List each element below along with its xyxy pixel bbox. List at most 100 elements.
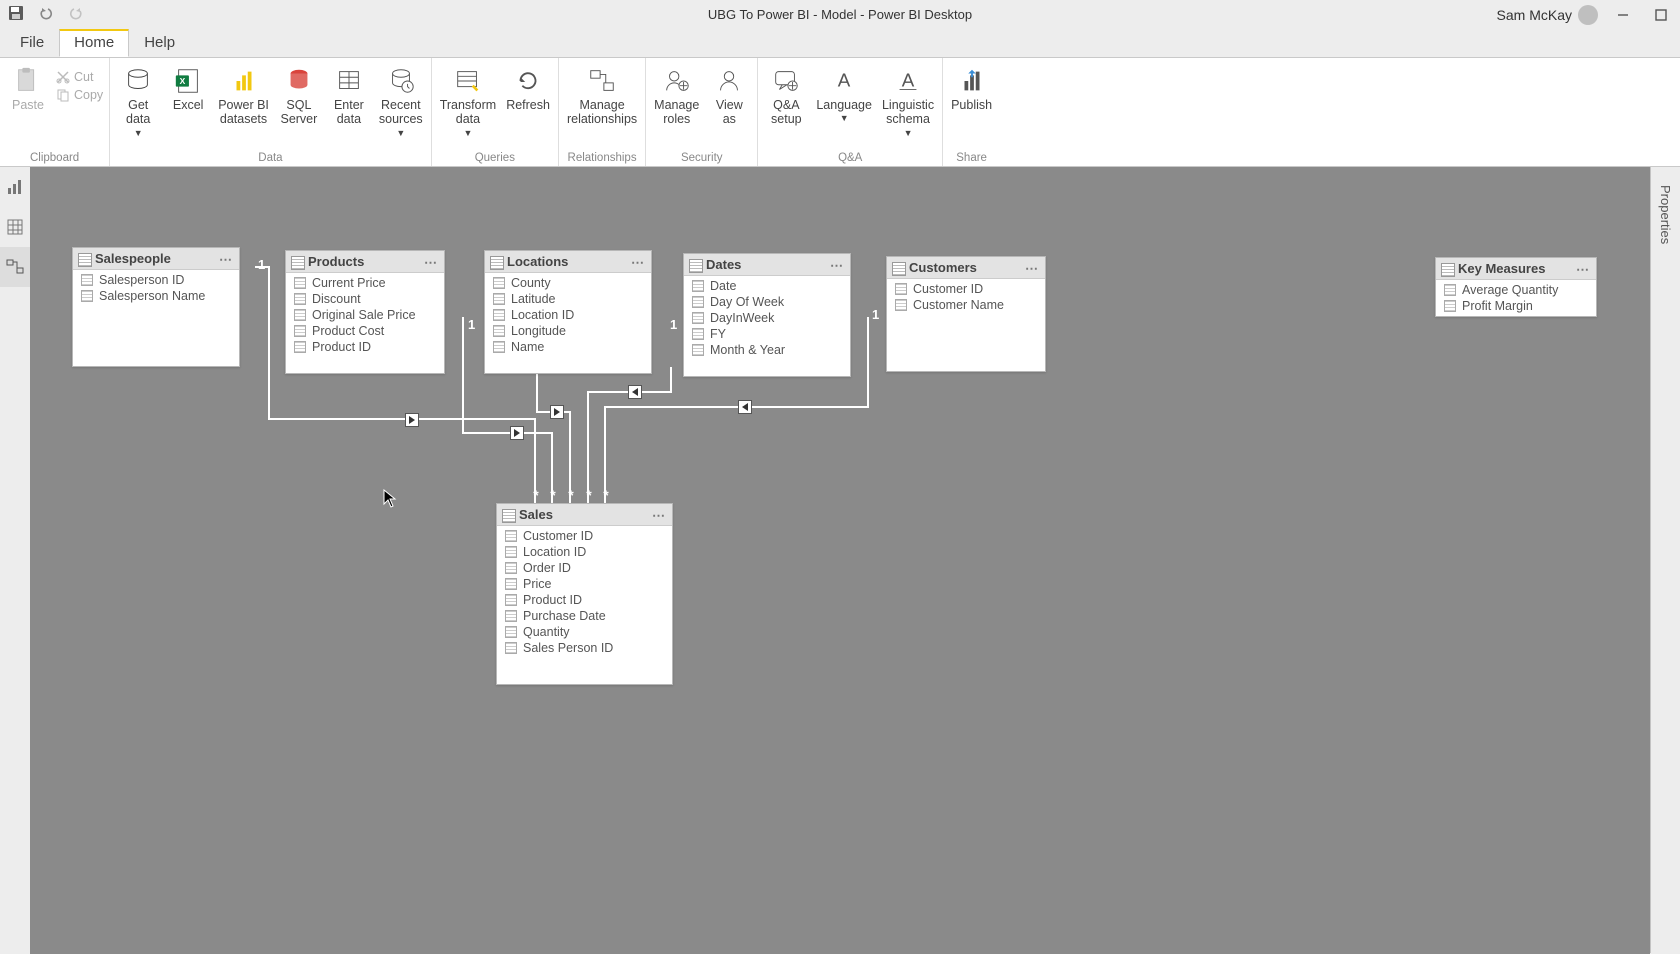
table-key-measures[interactable]: Key Measures⋯ Average Quantity Profit Ma… xyxy=(1435,257,1597,317)
field-row[interactable]: Location ID xyxy=(485,307,651,323)
enter-data-button[interactable]: Enter data xyxy=(327,66,371,127)
sql-server-button[interactable]: SQL Server xyxy=(277,66,321,127)
save-icon[interactable] xyxy=(8,5,24,24)
cut-button[interactable]: Cut xyxy=(56,70,93,84)
field-row[interactable]: County xyxy=(485,275,651,291)
field-row[interactable]: Day Of Week xyxy=(684,294,850,310)
recent-sources-icon xyxy=(386,66,416,96)
table-salespeople[interactable]: Salespeople⋯ Salesperson ID Salesperson … xyxy=(72,247,240,367)
table-menu-icon[interactable]: ⋯ xyxy=(1576,262,1590,278)
model-canvas[interactable]: 1 1 1 1 * * * * * Salespeople⋯ Salespers… xyxy=(30,167,1650,954)
manage-roles-button[interactable]: Manage roles xyxy=(652,66,701,127)
language-button[interactable]: A Language ▼ xyxy=(814,66,874,124)
enter-data-icon xyxy=(334,66,364,96)
field-row[interactable]: Customer ID xyxy=(887,281,1045,297)
ribbon-group-queries: Transform data ▼ Refresh Queries xyxy=(432,58,559,166)
table-menu-icon[interactable]: ⋯ xyxy=(1025,261,1039,277)
table-menu-icon[interactable]: ⋯ xyxy=(424,255,438,271)
linguistic-schema-button[interactable]: A Linguistic schema ▼ xyxy=(880,66,936,139)
tab-file[interactable]: File xyxy=(5,28,59,57)
column-icon xyxy=(294,277,306,289)
copy-button[interactable]: Copy xyxy=(56,88,103,102)
field-row[interactable]: Discount xyxy=(286,291,444,307)
pbi-datasets-button[interactable]: Power BI datasets xyxy=(216,66,271,127)
tab-home[interactable]: Home xyxy=(59,28,129,57)
recent-sources-button[interactable]: Recent sources ▼ xyxy=(377,66,425,139)
field-row[interactable]: Name xyxy=(485,339,651,355)
ribbon-group-security: Manage roles View as Security xyxy=(646,58,758,166)
model-view-button[interactable] xyxy=(0,247,30,287)
relationship-arrow-icon xyxy=(405,413,419,427)
table-title: Dates xyxy=(706,257,741,272)
field-row[interactable]: DayInWeek xyxy=(684,310,850,326)
minimize-button[interactable] xyxy=(1610,5,1636,25)
field-row[interactable]: Product ID xyxy=(286,339,444,355)
table-menu-icon[interactable]: ⋯ xyxy=(652,508,666,524)
field-row[interactable]: Purchase Date xyxy=(497,608,672,624)
field-row[interactable]: Customer Name xyxy=(887,297,1045,313)
properties-pane-collapsed[interactable]: Properties xyxy=(1650,167,1680,953)
table-title: Locations xyxy=(507,254,568,269)
report-view-button[interactable] xyxy=(0,167,30,207)
qa-setup-button[interactable]: Q&A setup xyxy=(764,66,808,127)
table-menu-icon[interactable]: ⋯ xyxy=(219,252,233,268)
field-row[interactable]: Month & Year xyxy=(684,342,850,358)
column-icon xyxy=(493,293,505,305)
cardinality-many: * xyxy=(602,491,610,499)
field-row[interactable]: Customer ID xyxy=(497,528,672,544)
measure-icon xyxy=(1444,300,1456,312)
transform-data-button[interactable]: Transform data ▼ xyxy=(438,66,499,139)
field-row[interactable]: Location ID xyxy=(497,544,672,560)
field-row[interactable]: Quantity xyxy=(497,624,672,640)
table-customers[interactable]: Customers⋯ Customer ID Customer Name xyxy=(886,256,1046,372)
field-row[interactable]: Product ID xyxy=(497,592,672,608)
field-row[interactable]: Date xyxy=(684,278,850,294)
chevron-down-icon: ▼ xyxy=(463,128,472,138)
table-products[interactable]: Products⋯ Current Price Discount Origina… xyxy=(285,250,445,374)
table-menu-icon[interactable]: ⋯ xyxy=(631,255,645,271)
field-row[interactable]: Latitude xyxy=(485,291,651,307)
field-row[interactable]: Longitude xyxy=(485,323,651,339)
table-locations[interactable]: Locations ⋯ County Latitude Location ID L… xyxy=(484,250,652,374)
column-icon xyxy=(692,344,704,356)
field-row[interactable]: Original Sale Price xyxy=(286,307,444,323)
redo-icon[interactable] xyxy=(68,5,84,24)
field-row[interactable]: Current Price xyxy=(286,275,444,291)
cursor-icon xyxy=(383,489,397,509)
avatar-icon xyxy=(1578,5,1598,25)
field-row[interactable]: FY xyxy=(684,326,850,342)
table-sales[interactable]: Sales⋯ Customer ID Location ID Order ID … xyxy=(496,503,673,685)
undo-icon[interactable] xyxy=(38,5,54,24)
tab-help[interactable]: Help xyxy=(129,28,190,57)
data-view-button[interactable] xyxy=(0,207,30,247)
column-icon xyxy=(692,312,704,324)
field-row[interactable]: Salesperson ID xyxy=(73,272,239,288)
paste-button[interactable]: Paste xyxy=(6,66,50,112)
field-row[interactable]: Average Quantity xyxy=(1436,282,1596,298)
table-dates[interactable]: Dates ⋯ Date Day Of Week DayInWeek FY Mon… xyxy=(683,253,851,377)
column-icon xyxy=(895,299,907,311)
view-as-button[interactable]: View as xyxy=(707,66,751,127)
maximize-button[interactable] xyxy=(1648,5,1674,25)
cardinality-many: * xyxy=(532,491,540,499)
user-badge[interactable]: Sam McKay xyxy=(1497,5,1598,25)
field-row[interactable]: Salesperson Name xyxy=(73,288,239,304)
field-row[interactable]: Price xyxy=(497,576,672,592)
table-menu-icon[interactable]: ⋯ xyxy=(830,258,844,274)
manage-relationships-button[interactable]: Manage relationships xyxy=(565,66,639,127)
column-icon xyxy=(505,642,517,654)
field-row[interactable]: Product Cost xyxy=(286,323,444,339)
refresh-button[interactable]: Refresh xyxy=(504,66,552,112)
table-title: Sales xyxy=(519,507,553,522)
field-row[interactable]: Profit Margin xyxy=(1436,298,1596,314)
get-data-button[interactable]: Get data ▼ xyxy=(116,66,160,139)
column-icon xyxy=(294,309,306,321)
publish-button[interactable]: Publish xyxy=(949,66,994,112)
relationship-arrow-icon xyxy=(550,405,564,419)
excel-button[interactable]: X Excel xyxy=(166,66,210,112)
field-row[interactable]: Sales Person ID xyxy=(497,640,672,656)
ribbon-group-relationships: Manage relationships Relationships xyxy=(559,58,646,166)
field-row[interactable]: Order ID xyxy=(497,560,672,576)
relationship-arrow-icon xyxy=(738,400,752,414)
ribbon-group-clipboard: Paste Cut Copy Clipboard xyxy=(0,58,110,166)
